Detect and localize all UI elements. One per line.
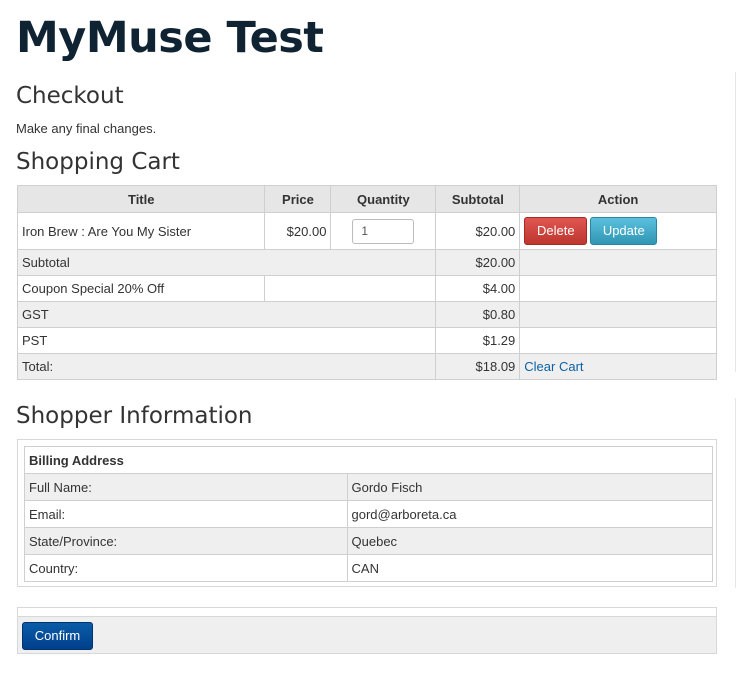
coupon-label: Coupon Special 20% Off bbox=[16, 275, 266, 302]
total-label: Total: bbox=[16, 353, 437, 380]
total-value: $18.09 bbox=[435, 353, 521, 380]
pst-value: $1.29 bbox=[435, 327, 521, 354]
table-row: Full Name: Gordo Fisch bbox=[24, 473, 714, 501]
gst-label: GST bbox=[16, 301, 437, 328]
confirm-button[interactable]: Confirm bbox=[22, 622, 93, 650]
state-value: Quebec bbox=[346, 527, 714, 555]
site-title: MyMuse Test bbox=[16, 13, 324, 63]
table-row: Email: gord@arboreta.ca bbox=[24, 500, 714, 528]
item-price: $20.00 bbox=[264, 212, 332, 250]
side-divider bbox=[735, 398, 736, 588]
item-title: Iron Brew : Are You My Sister bbox=[16, 212, 266, 250]
delete-button[interactable]: Delete bbox=[524, 217, 588, 245]
country-value: CAN bbox=[346, 554, 714, 582]
coupon-row: Coupon Special 20% Off $4.00 bbox=[16, 275, 717, 302]
quantity-input[interactable] bbox=[352, 218, 415, 244]
subtotal-label: Subtotal bbox=[16, 249, 437, 276]
cart-item-row: Iron Brew : Are You My Sister $20.00 $20… bbox=[16, 212, 717, 250]
table-row: State/Province: Quebec bbox=[24, 527, 714, 555]
full-name-label: Full Name: bbox=[24, 473, 348, 501]
col-quantity: Quantity bbox=[330, 185, 437, 213]
col-subtotal: Subtotal bbox=[435, 185, 521, 213]
cart-heading: Shopping Cart bbox=[16, 149, 180, 175]
col-title: Title bbox=[16, 185, 266, 213]
gst-value: $0.80 bbox=[435, 301, 521, 328]
subtotal-value: $20.00 bbox=[435, 249, 521, 276]
clear-cart-link[interactable]: Clear Cart bbox=[524, 359, 583, 374]
shopper-panel: Billing Address Full Name: Gordo Fisch E… bbox=[17, 439, 717, 587]
subtotal-row: Subtotal $20.00 bbox=[16, 249, 717, 276]
full-name-value: Gordo Fisch bbox=[346, 473, 714, 501]
item-actions: Delete Update bbox=[519, 212, 717, 250]
email-value: gord@arboreta.ca bbox=[346, 500, 714, 528]
table-row: Country: CAN bbox=[24, 554, 714, 582]
side-divider bbox=[735, 72, 736, 372]
confirm-bar: Confirm bbox=[18, 616, 716, 653]
email-label: Email: bbox=[24, 500, 348, 528]
page: MyMuse Test Checkout Make any final chan… bbox=[0, 0, 737, 682]
cart-table: Title Price Quantity Subtotal Action Iro… bbox=[16, 185, 717, 380]
item-quantity-cell bbox=[330, 212, 437, 250]
col-price: Price bbox=[264, 185, 332, 213]
cart-header-row: Title Price Quantity Subtotal Action bbox=[16, 185, 717, 213]
billing-heading: Billing Address bbox=[24, 446, 713, 474]
pst-row: PST $1.29 bbox=[16, 327, 717, 354]
billing-header-row: Billing Address bbox=[24, 446, 713, 474]
billing-table: Billing Address Full Name: Gordo Fisch E… bbox=[24, 446, 714, 582]
total-row: Total: $18.09 Clear Cart bbox=[16, 353, 717, 380]
state-label: State/Province: bbox=[24, 527, 348, 555]
checkout-lead: Make any final changes. bbox=[16, 121, 157, 136]
item-subtotal: $20.00 bbox=[435, 212, 521, 250]
pst-label: PST bbox=[16, 327, 437, 354]
checkout-heading: Checkout bbox=[16, 83, 124, 109]
shopper-heading: Shopper Information bbox=[16, 403, 253, 429]
country-label: Country: bbox=[24, 554, 348, 582]
update-button[interactable]: Update bbox=[590, 217, 658, 245]
confirm-panel: Confirm bbox=[17, 607, 717, 654]
col-action: Action bbox=[519, 185, 717, 213]
gst-row: GST $0.80 bbox=[16, 301, 717, 328]
coupon-value: $4.00 bbox=[435, 275, 521, 302]
